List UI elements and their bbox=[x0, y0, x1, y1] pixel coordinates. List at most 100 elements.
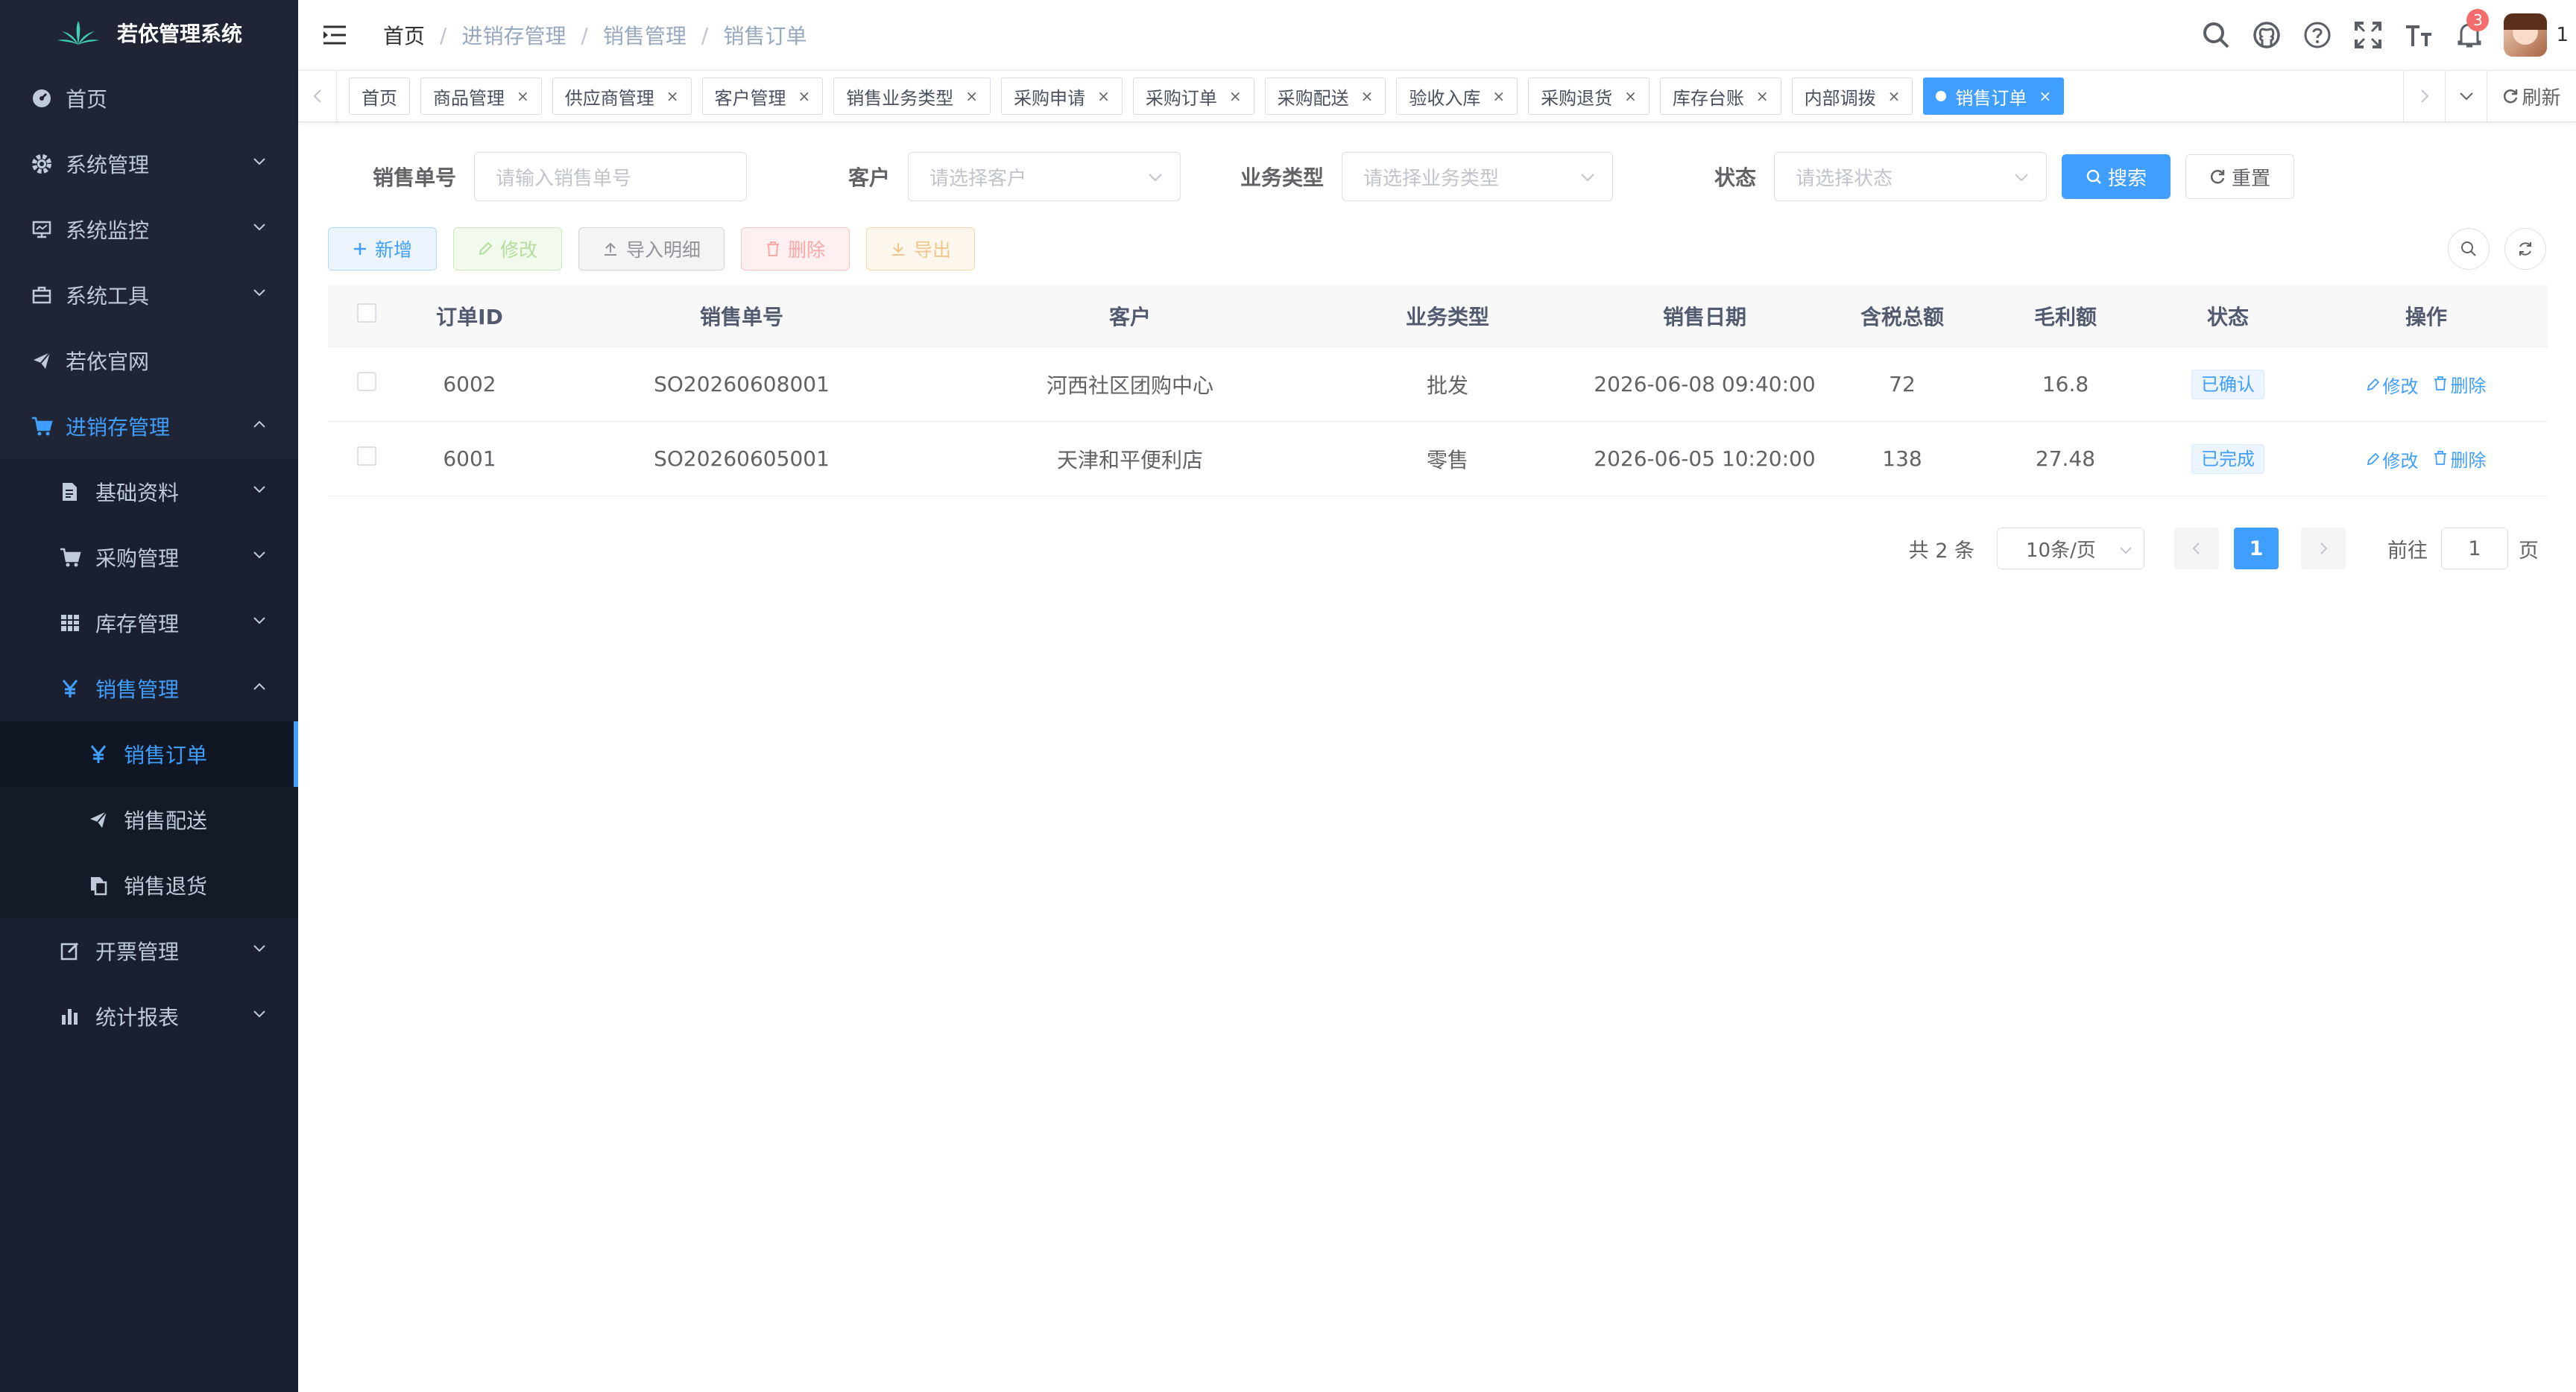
table-row[interactable]: 6002 SO20260608001 河西社区团购中心 批发 2026-06-0… bbox=[328, 347, 2548, 422]
breadcrumb-item-home[interactable]: 首页 bbox=[383, 20, 425, 50]
sidebar-item-purchase[interactable]: 采购管理 bbox=[0, 525, 298, 590]
tags-scroll-right-button[interactable] bbox=[2403, 71, 2445, 121]
breadcrumb-item-inventory[interactable]: 进销存管理 bbox=[461, 20, 566, 50]
sidebar-item-sales-order[interactable]: 销售订单 bbox=[0, 721, 298, 787]
sidebar-item-reports[interactable]: 统计报表 bbox=[0, 984, 298, 1049]
tag-8[interactable]: 验收入库 × bbox=[1396, 77, 1518, 115]
row-delete-link[interactable]: 删除 bbox=[2434, 371, 2486, 397]
breadcrumb-item-sales[interactable]: 销售管理 bbox=[603, 20, 686, 50]
biz-type-select[interactable]: 请选择业务类型 bbox=[1342, 152, 1614, 201]
hamburger-button[interactable] bbox=[322, 24, 362, 46]
tag-5[interactable]: 采购申请 × bbox=[1001, 77, 1123, 115]
column-header[interactable]: 销售单号 bbox=[534, 301, 950, 331]
goto-page-input[interactable]: 1 bbox=[2441, 528, 2508, 569]
sidebar-item-sales-return[interactable]: 销售退货 bbox=[0, 852, 298, 918]
help-button[interactable] bbox=[2292, 21, 2343, 49]
column-header[interactable]: 销售日期 bbox=[1585, 301, 1825, 331]
delete-button[interactable]: 删除 bbox=[741, 227, 850, 271]
add-button[interactable]: 新增 bbox=[328, 227, 437, 271]
app-title: 若依管理系统 bbox=[116, 22, 242, 46]
close-icon[interactable]: × bbox=[1097, 87, 1110, 105]
close-icon[interactable]: × bbox=[2039, 87, 2051, 105]
sidebar-item-basic-data[interactable]: 基础资料 bbox=[0, 459, 298, 525]
order-no-input[interactable]: 请输入销售单号 bbox=[474, 152, 748, 201]
logo[interactable]: 若依管理系统 bbox=[0, 0, 298, 66]
tag-9[interactable]: 采购退货 × bbox=[1528, 77, 1650, 115]
font-size-button[interactable] bbox=[2393, 21, 2444, 49]
column-header[interactable]: 业务类型 bbox=[1310, 301, 1585, 331]
close-icon[interactable]: × bbox=[965, 87, 978, 105]
avatar[interactable] bbox=[2504, 13, 2548, 57]
table-row[interactable]: 6001 SO20260605001 天津和平便利店 零售 2026-06-05… bbox=[328, 422, 2548, 496]
close-icon[interactable]: × bbox=[1229, 87, 1242, 105]
row-edit-link[interactable]: 修改 bbox=[2367, 446, 2419, 472]
sidebar-item-sales[interactable]: 销售管理 bbox=[0, 656, 298, 721]
prev-page-button[interactable] bbox=[2174, 528, 2219, 569]
close-icon[interactable]: × bbox=[517, 87, 529, 105]
page-size-select[interactable]: 10条/页 bbox=[1997, 528, 2144, 569]
column-header[interactable]: 含税总额 bbox=[1825, 301, 1980, 331]
tag-4[interactable]: 销售业务类型 × bbox=[833, 77, 991, 115]
tags-refresh-button[interactable]: 刷新 bbox=[2487, 71, 2576, 121]
cell-date: 2026-06-05 10:20:00 bbox=[1594, 446, 1816, 471]
sidebar-item-invoice[interactable]: 开票管理 bbox=[0, 918, 298, 984]
edit-button[interactable]: 修改 bbox=[453, 227, 562, 271]
tags-dropdown-button[interactable] bbox=[2445, 71, 2487, 121]
sidebar-item-monitor[interactable]: 系统监控 bbox=[0, 197, 298, 262]
sidebar-item-tools[interactable]: 系统工具 bbox=[0, 262, 298, 328]
header-search-button[interactable] bbox=[2191, 20, 2241, 50]
refresh-table-button[interactable] bbox=[2504, 228, 2546, 270]
close-icon[interactable]: × bbox=[1888, 87, 1901, 105]
tag-11[interactable]: 内部调拨 × bbox=[1791, 77, 1913, 115]
tags-scroll-left-button[interactable] bbox=[298, 71, 337, 121]
close-icon[interactable]: × bbox=[1361, 87, 1374, 105]
sidebar-item-inventory[interactable]: 进销存管理 bbox=[0, 393, 298, 459]
refresh-icon bbox=[2211, 170, 2225, 184]
fullscreen-button[interactable] bbox=[2343, 21, 2393, 49]
sidebar-item-system[interactable]: 系统管理 bbox=[0, 131, 298, 197]
tag-label: 销售业务类型 bbox=[846, 87, 954, 109]
next-page-button[interactable] bbox=[2301, 528, 2346, 569]
close-icon[interactable]: × bbox=[1756, 87, 1769, 105]
export-button[interactable]: 导出 bbox=[866, 227, 975, 271]
column-header[interactable]: 客户 bbox=[950, 301, 1310, 331]
column-header: 操作 bbox=[2405, 304, 2447, 329]
close-icon[interactable]: × bbox=[1624, 87, 1637, 105]
notification-button[interactable]: 3 bbox=[2444, 9, 2495, 49]
sidebar-item-sales-delivery[interactable]: 销售配送 bbox=[0, 787, 298, 852]
tag-12[interactable]: 销售订单 × bbox=[1923, 77, 2065, 115]
tag-2[interactable]: 供应商管理 × bbox=[552, 77, 692, 115]
sidebar-item-home[interactable]: 首页 bbox=[0, 66, 298, 131]
import-button[interactable]: 导入明细 bbox=[578, 227, 724, 271]
github-button[interactable] bbox=[2241, 21, 2292, 49]
close-icon[interactable]: × bbox=[798, 87, 811, 105]
select-all-checkbox[interactable] bbox=[357, 303, 376, 323]
chevron-down-icon bbox=[2120, 547, 2132, 554]
column-header[interactable]: 状态 bbox=[2151, 301, 2305, 331]
tag-10[interactable]: 库存台账 × bbox=[1659, 77, 1781, 115]
close-icon[interactable]: × bbox=[1492, 87, 1505, 105]
row-checkbox[interactable] bbox=[357, 372, 376, 391]
sidebar-item-stock[interactable]: 库存管理 bbox=[0, 590, 298, 656]
tag-6[interactable]: 采购订单 × bbox=[1132, 77, 1254, 115]
refresh-label: 刷新 bbox=[2522, 86, 2561, 110]
tag-0[interactable]: 首页 bbox=[349, 77, 410, 115]
row-edit-link[interactable]: 修改 bbox=[2367, 372, 2419, 398]
status-select[interactable]: 请选择状态 bbox=[1774, 152, 2048, 201]
close-icon[interactable]: × bbox=[666, 87, 679, 105]
column-header[interactable]: 毛利额 bbox=[1980, 301, 2151, 331]
toggle-search-button[interactable] bbox=[2448, 228, 2490, 270]
page-number-button[interactable]: 1 bbox=[2234, 528, 2279, 569]
goto-label: 前往 bbox=[2387, 539, 2428, 563]
column-header[interactable]: 订单ID bbox=[405, 301, 534, 331]
customer-select[interactable]: 请选择客户 bbox=[908, 152, 1181, 201]
search-button[interactable]: 搜索 bbox=[2062, 154, 2171, 199]
reset-button[interactable]: 重置 bbox=[2185, 154, 2295, 199]
tag-7[interactable]: 采购配送 × bbox=[1264, 77, 1386, 115]
tag-1[interactable]: 商品管理 × bbox=[420, 77, 542, 115]
user-name[interactable]: 1 bbox=[2556, 24, 2569, 46]
sidebar-item-website[interactable]: 若依官网 bbox=[0, 328, 298, 393]
row-delete-link[interactable]: 删除 bbox=[2434, 446, 2486, 472]
tag-3[interactable]: 客户管理 × bbox=[701, 77, 824, 115]
row-checkbox[interactable] bbox=[357, 446, 376, 466]
